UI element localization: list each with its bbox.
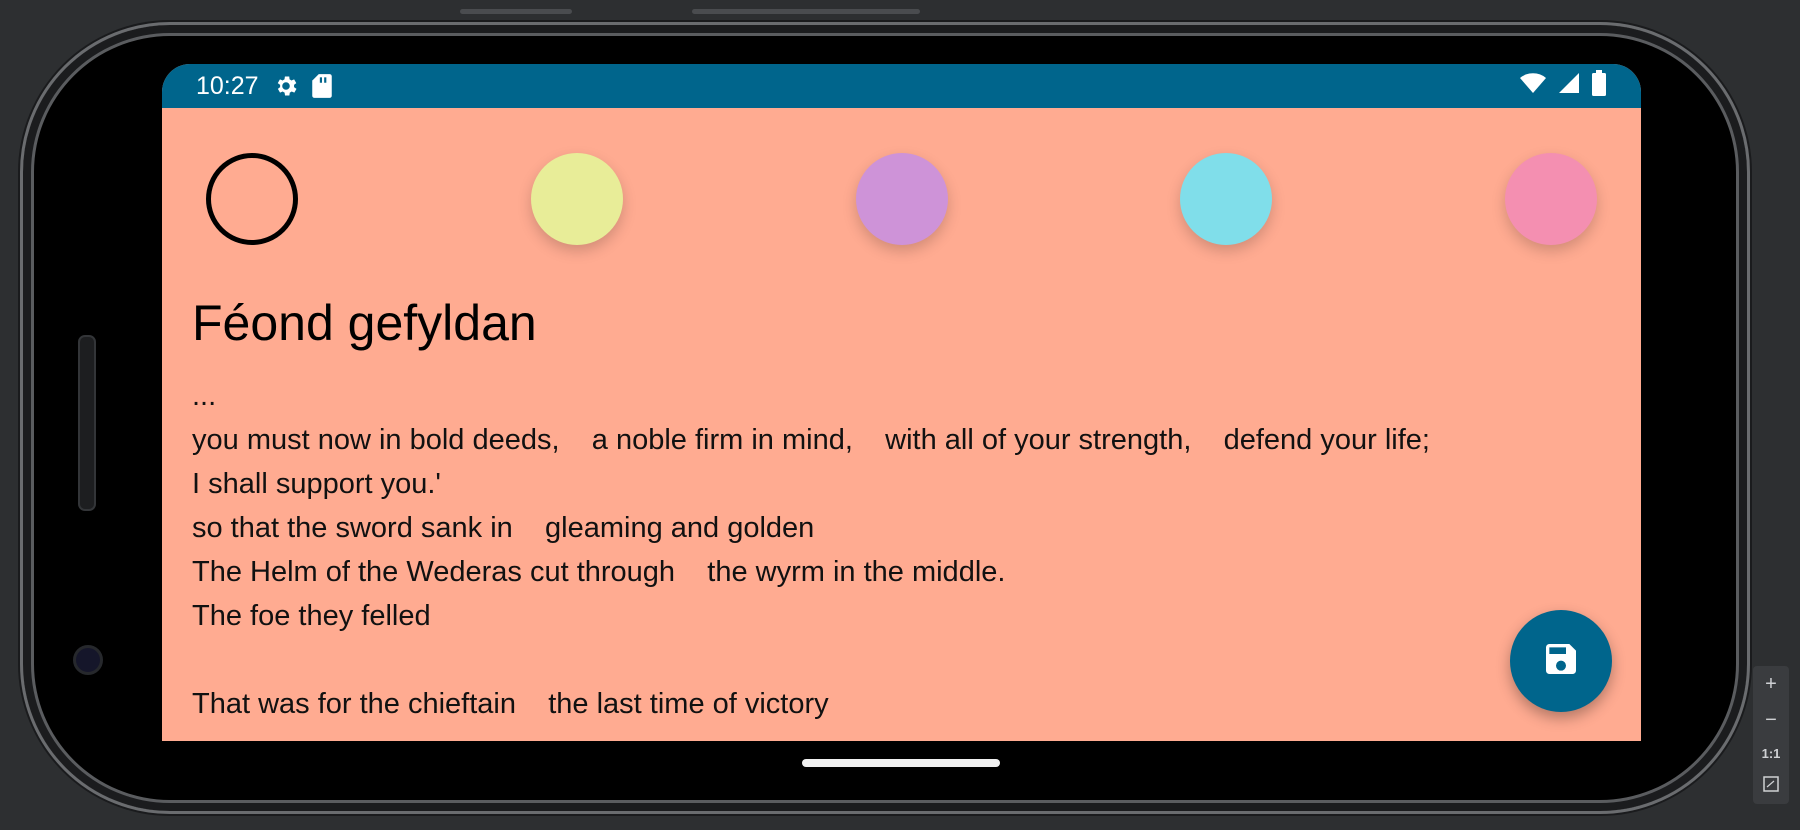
home-gesture-handle[interactable] — [802, 759, 1000, 767]
device-top-button-right — [692, 9, 920, 14]
note-line: I shall support you.' — [192, 468, 441, 500]
note-line: so that the sword sank in gleaming and g… — [192, 512, 815, 544]
settings-icon — [273, 73, 299, 99]
device-top-button-left — [460, 9, 572, 14]
save-icon — [1541, 639, 1581, 684]
signal-icon — [1557, 71, 1581, 102]
color-picker — [206, 152, 1597, 246]
status-icons-right — [1519, 69, 1607, 103]
note-line: That was for the chieftain the last time… — [192, 688, 829, 720]
wifi-icon — [1519, 71, 1547, 102]
note-line — [192, 638, 1611, 682]
fit-screen-icon[interactable] — [1763, 776, 1779, 796]
battery-icon — [1591, 69, 1607, 103]
front-camera — [73, 645, 103, 675]
zoom-out-button[interactable]: − — [1765, 710, 1777, 730]
device-speaker — [78, 335, 96, 511]
color-swatch-yellow[interactable] — [530, 153, 623, 245]
color-swatch-purple[interactable] — [855, 153, 948, 245]
note-line: you must now in bold deeds, a noble firm… — [192, 424, 1430, 456]
app-screen: 10:27 Féond gefyldan ... you must now in… — [162, 64, 1641, 741]
color-swatch-selected[interactable] — [206, 153, 298, 245]
status-bar: 10:27 — [162, 64, 1641, 108]
note-line: ... — [192, 380, 217, 412]
save-button[interactable] — [1510, 610, 1612, 712]
color-swatch-pink[interactable] — [1505, 153, 1597, 245]
emulator-zoom-controls: + − 1:1 — [1753, 666, 1789, 804]
note-line: The Helm of the Wederas cut through the … — [192, 556, 1006, 588]
note-content[interactable]: ... you must now in bold deeds, a noble … — [192, 374, 1611, 726]
actual-size-button[interactable]: 1:1 — [1762, 747, 1781, 760]
navigation-bar — [162, 741, 1641, 783]
note-title[interactable]: Féond gefyldan — [192, 294, 537, 352]
sd-card-icon — [311, 73, 333, 99]
color-swatch-cyan[interactable] — [1180, 153, 1273, 245]
note-line: The foe they felled — [192, 600, 431, 632]
status-time: 10:27 — [196, 71, 259, 100]
zoom-in-button[interactable]: + — [1765, 674, 1777, 694]
